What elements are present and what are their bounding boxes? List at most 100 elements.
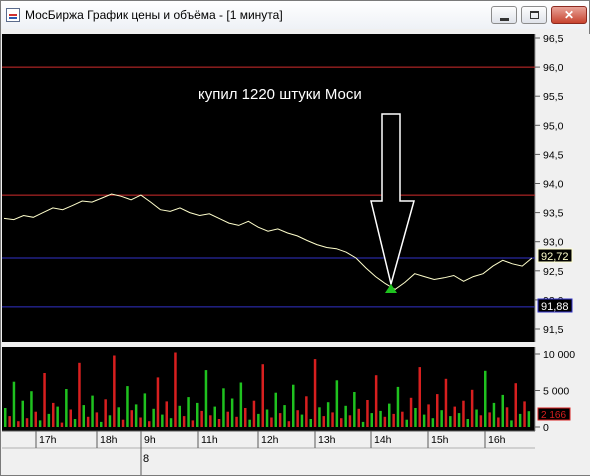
- close-button[interactable]: ✕: [551, 6, 587, 24]
- volume-bar: [239, 382, 243, 427]
- volume-bar: [82, 405, 85, 427]
- lower-level-badge: 91,88: [537, 298, 573, 313]
- volume-bar: [43, 373, 46, 427]
- current-volume-badge: 2 166: [537, 407, 571, 421]
- price-tick-label: 96,0: [543, 62, 564, 74]
- volume-bar: [121, 419, 125, 427]
- time-tick-label: 12h: [261, 434, 279, 446]
- volume-bar: [475, 409, 478, 427]
- volume-bar: [235, 416, 238, 427]
- volume-bar: [165, 401, 168, 427]
- volume-bar: [488, 412, 491, 427]
- price-tick-label: 95,5: [543, 91, 564, 103]
- volume-bar: [392, 413, 395, 427]
- volume-bar: [510, 420, 513, 427]
- volume-bar: [73, 419, 77, 427]
- volume-bar: [17, 421, 20, 427]
- price-tick-label: 95,0: [543, 120, 564, 132]
- volume-bar: [265, 409, 269, 427]
- volume-bar: [505, 407, 509, 427]
- volume-bar: [322, 416, 325, 427]
- time-ticks: 17h 18h 9h 11h 12h 13h 14h 15h 16h: [35, 431, 506, 448]
- volume-bar: [104, 399, 107, 427]
- volume-bar: [418, 367, 421, 427]
- volume-tick-label: 5 000: [543, 386, 569, 398]
- volume-bar: [152, 408, 155, 428]
- volume-bar: [326, 402, 330, 427]
- volume-bar: [444, 378, 448, 427]
- volume-bar: [292, 384, 295, 427]
- volume-bar: [388, 403, 391, 427]
- volume-bar: [370, 413, 373, 427]
- volume-bar: [161, 414, 164, 427]
- volume-bar: [200, 410, 203, 427]
- title-bar[interactable]: МосБиржа График цены и объёма - [1 минут…: [1, 1, 589, 29]
- volume-tick-label: 10 000: [543, 349, 575, 361]
- volume-bar: [134, 404, 138, 427]
- volume-bar: [527, 411, 531, 427]
- annotation-text: купил 1220 штуки Моси: [198, 86, 362, 103]
- volume-bar: [348, 415, 352, 427]
- volume-bar: [466, 419, 469, 427]
- volume-bar: [60, 422, 64, 427]
- time-tick-label: 15h: [431, 434, 449, 446]
- current-price-label: 92,72: [541, 251, 569, 263]
- volume-bar: [65, 389, 68, 427]
- minimize-button[interactable]: [491, 6, 517, 24]
- volume-bar: [449, 416, 452, 427]
- volume-bar: [34, 411, 37, 427]
- volume-bar: [261, 364, 264, 427]
- volume-bar: [12, 381, 16, 427]
- volume-bar: [405, 419, 408, 427]
- time-tick-label: 9h: [144, 434, 156, 446]
- lower-level-label: 91,88: [541, 301, 569, 313]
- price-tick-label: 96,5: [543, 33, 564, 45]
- time-tick-label: 17h: [39, 434, 57, 446]
- volume-bar: [217, 419, 221, 427]
- volume-bar: [479, 415, 483, 427]
- panel-separator: [2, 342, 590, 347]
- volume-bar: [25, 418, 29, 427]
- volume-bar: [113, 355, 116, 427]
- volume-bar: [169, 418, 173, 427]
- volume-bar: [374, 375, 378, 427]
- volume-bar: [287, 421, 291, 427]
- volume-bar: [379, 410, 382, 427]
- time-tick-label: 11h: [201, 434, 218, 446]
- volume-bar: [340, 418, 343, 427]
- volume-bar: [196, 402, 199, 427]
- volume-bar: [331, 412, 334, 427]
- volume-bar: [313, 359, 317, 427]
- volume-bar: [414, 408, 417, 427]
- volume-bar: [204, 370, 208, 427]
- volume-bar: [143, 393, 147, 427]
- volume-bar: [492, 402, 496, 427]
- price-panel[interactable]: [2, 34, 535, 342]
- volume-bar: [309, 419, 312, 427]
- volume-bar: [230, 398, 234, 427]
- volume-bar: [56, 406, 59, 427]
- volume-bar: [453, 406, 456, 427]
- volume-bar: [248, 419, 251, 427]
- volume-bar: [213, 406, 216, 427]
- volume-bar: [484, 370, 487, 427]
- volume-bar: [270, 417, 273, 427]
- volume-bar: [148, 421, 151, 427]
- price-tick-label: 94,0: [543, 179, 564, 191]
- price-tick-label: 92,5: [543, 266, 564, 278]
- volume-bar: [222, 388, 225, 427]
- volume-bar: [126, 386, 129, 427]
- volume-bar: [117, 407, 120, 427]
- volume-bar: [427, 404, 430, 427]
- volume-bar: [52, 402, 55, 427]
- maximize-icon: [530, 11, 539, 19]
- volume-bar: [383, 416, 387, 427]
- maximize-button[interactable]: [521, 6, 547, 24]
- volume-bar: [209, 415, 212, 427]
- volume-bar: [518, 413, 522, 427]
- volume-bar: [366, 400, 369, 427]
- current-volume-label: 2 166: [541, 410, 566, 421]
- chart-area[interactable]: 96,596,095,595,094,594,093,593,092,592,0…: [2, 29, 590, 475]
- volume-bar: [470, 389, 474, 427]
- volume-bar: [47, 413, 51, 427]
